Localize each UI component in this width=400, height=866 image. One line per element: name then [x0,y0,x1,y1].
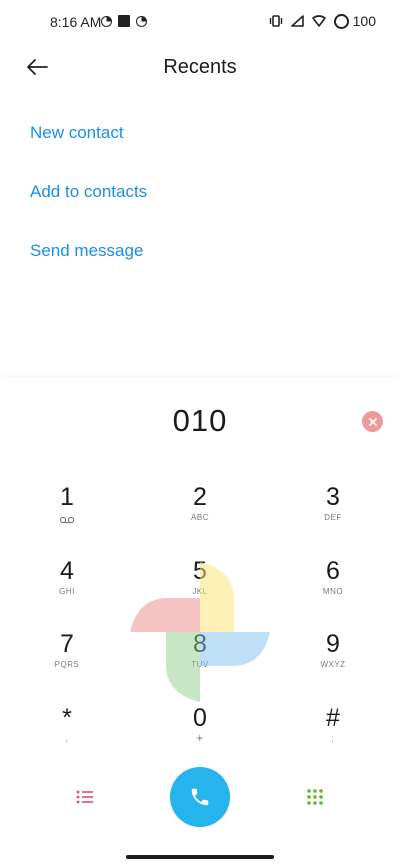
send-message-link[interactable]: Send message [30,241,143,261]
key-hash[interactable]: # ; [293,704,373,760]
vibrate-icon [269,15,282,27]
key-digit: * [62,704,72,732]
key-letters: WXYZ [320,660,346,669]
key-digit: 5 [193,557,207,585]
key-digit: 0 [193,704,207,732]
key-digit: 4 [60,557,74,585]
key-letters: , [65,734,69,743]
call-button[interactable] [170,767,230,827]
key-letters: MNO [322,587,344,596]
key-digit: # [326,704,340,732]
key-letters: ; [331,734,335,743]
status-bar: 8:16 AM 100 [0,0,400,44]
wifi-icon [311,15,326,27]
key-3[interactable]: 3 DEF [293,483,373,539]
battery-icon [333,13,349,29]
key-8[interactable]: 8 TUV [160,630,240,686]
key-digit: 8 [193,630,207,658]
status-time: 8:16 AM [50,14,102,30]
key-letters: DEF [324,513,342,522]
key-letters: GHI [59,587,75,596]
status-notification-icons [101,15,147,27]
key-letters: TUV [191,660,209,669]
new-contact-link[interactable]: New contact [30,123,124,143]
key-digit: 9 [326,630,340,658]
keypad-icon [307,789,323,805]
list-icon [76,790,93,804]
key-7[interactable]: 7 PQRS [27,630,107,686]
key-letters: ABC [191,513,209,522]
key-digit: 6 [326,557,340,585]
notification-pie-icon-2 [136,15,147,27]
notification-square-icon [118,15,130,27]
status-system-icons: 100 [269,13,376,29]
key-9[interactable]: 9 WXYZ [293,630,373,686]
key-digit: 7 [60,630,74,658]
key-2[interactable]: 2 ABC [160,483,240,539]
voicemail-icon [59,516,75,524]
call-log-button[interactable] [72,784,98,810]
key-digit: 3 [326,483,340,511]
key-digit: 1 [60,483,74,511]
key-5[interactable]: 5 JKL [160,557,240,613]
key-1[interactable]: 1 [27,483,107,539]
key-letters: PQRS [54,660,80,669]
key-6[interactable]: 6 MNO [293,557,373,613]
add-to-contacts-link[interactable]: Add to contacts [30,182,147,202]
battery-level: 100 [352,13,376,29]
keypad-toggle-button[interactable] [302,784,328,810]
notification-pie-icon [101,15,112,27]
clear-icon [368,417,377,426]
dialed-number: 010 [172,403,228,438]
page-title: Recents [163,56,237,78]
phone-icon [191,788,209,806]
key-star[interactable]: * , [27,704,107,760]
signal-icon [290,15,304,27]
clear-button[interactable] [362,411,383,432]
key-letters: + [196,731,204,745]
key-letters: JKL [192,587,208,596]
key-digit: 2 [193,483,207,511]
key-0[interactable]: 0 + [160,704,240,760]
home-indicator[interactable] [126,855,274,859]
key-4[interactable]: 4 GHI [27,557,107,613]
